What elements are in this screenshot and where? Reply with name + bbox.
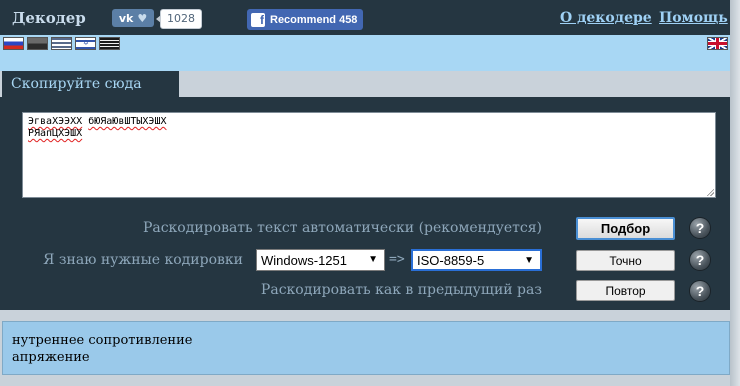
input-word-1: ЭгваХЭЭХХ	[28, 116, 83, 127]
help-icon-auto[interactable]: ?	[690, 218, 710, 238]
result-line-2: апряжение	[12, 350, 90, 365]
greek-flag-icon[interactable]	[51, 37, 72, 50]
resize-handle-icon[interactable]	[706, 188, 714, 196]
help-icon-repeat[interactable]: ?	[690, 281, 710, 301]
repeat-decode-button[interactable]: Повтор	[576, 280, 675, 301]
decoded-result: нутреннее сопротивление апряжение	[2, 321, 730, 375]
facebook-recommend-label: Recommend 458	[270, 13, 358, 26]
input-word-3: РЯапЦХЭШХ	[28, 128, 83, 139]
input-word-2: бЮЯаЮвШТЫХЭШХ	[88, 116, 167, 127]
auto-decode-label: Раскодировать текст автоматически (реком…	[142, 220, 542, 236]
dropdown-arrow-icon: ▼	[368, 254, 378, 265]
repeat-decode-label: Раскодировать как в предыдущий раз	[260, 282, 542, 298]
dropdown-arrow-icon: ▼	[524, 255, 534, 266]
facebook-icon: f	[251, 12, 265, 27]
help-icon-exact[interactable]: ?	[690, 250, 710, 270]
facebook-recommend-button[interactable]: f Recommend 458	[247, 9, 364, 30]
target-encoding-select[interactable]: ISO-8859-5 ▼	[411, 249, 542, 271]
vk-logo-icon: vk	[118, 11, 134, 25]
russian-flag-icon[interactable]	[3, 37, 24, 50]
source-encoding-select[interactable]: Windows-1251 ▼	[256, 249, 385, 271]
page-edge	[730, 0, 740, 386]
vk-like-count: 1028	[156, 9, 202, 29]
site-title[interactable]: Декодер	[12, 9, 86, 27]
uk-flag-icon[interactable]	[707, 37, 728, 50]
conversion-arrow: =>	[389, 252, 405, 267]
target-encoding-value: ISO-8859-5	[417, 252, 485, 268]
auto-decode-button[interactable]: Подбор	[576, 217, 675, 240]
tab-paste-text[interactable]: Скопируйте сюда текст	[2, 71, 179, 119]
exact-decode-button[interactable]: Точно	[576, 250, 675, 271]
source-encoding-value: Windows-1251	[261, 252, 347, 268]
flag-icon-2[interactable]	[27, 37, 48, 50]
flag-icon-5[interactable]	[99, 37, 120, 50]
source-text-input[interactable]: ЭгваХЭЭХХ бЮЯаЮвШТЫХЭШХ РЯапЦХЭШХ	[22, 112, 716, 198]
known-encodings-label: Я знаю нужные кодировки	[43, 252, 243, 268]
about-decoder-link[interactable]: О декодере	[560, 10, 652, 26]
vk-like-button[interactable]: vk ♥	[112, 9, 154, 27]
israeli-flag-icon[interactable]	[75, 37, 96, 50]
result-line-1: нутреннее сопротивление	[12, 333, 193, 348]
heart-icon: ♥	[137, 11, 148, 25]
help-link[interactable]: Помощь	[659, 10, 728, 26]
language-bar	[0, 35, 730, 71]
